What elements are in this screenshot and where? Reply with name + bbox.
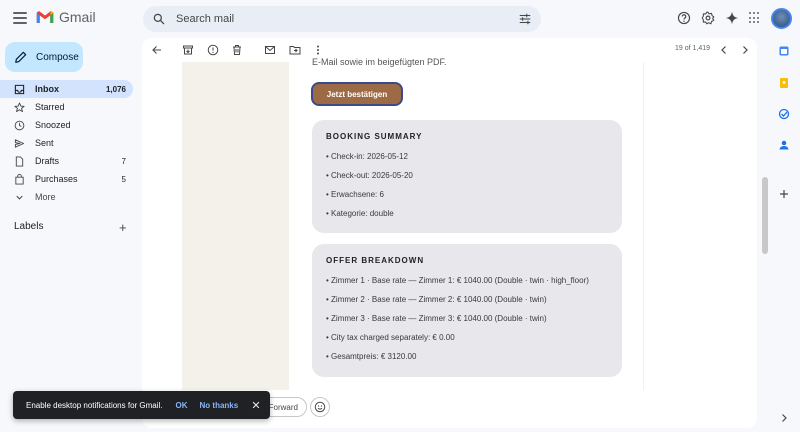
delete-icon[interactable] — [231, 44, 243, 56]
sidebar-item-label: Drafts — [35, 156, 60, 166]
sidebar-item-snoozed[interactable]: Snoozed — [0, 116, 133, 134]
offer-line: • Zimmer 1 · Base rate — Zimmer 1: € 104… — [326, 276, 589, 285]
toast-message: Enable desktop notifications for Gmail. — [26, 400, 163, 410]
send-icon — [14, 138, 25, 148]
sidebar-item-more[interactable]: More — [0, 188, 133, 206]
sidebar-item-count: 1,076 — [105, 84, 126, 94]
sidebar-item-sent[interactable]: Sent — [0, 134, 133, 152]
sidebar-item-label: Snoozed — [35, 120, 71, 130]
emoji-reaction-button[interactable] — [310, 397, 330, 417]
sidebar-item-label: Sent — [35, 138, 54, 148]
settings-gear-icon[interactable] — [701, 11, 715, 25]
main-menu-icon[interactable] — [12, 10, 28, 26]
sidebar-item-label: Purchases — [35, 174, 78, 184]
sidebar-item-count: 5 — [121, 174, 126, 184]
toast-ok-button[interactable]: OK — [176, 401, 188, 410]
message-view: 19 of 1,419 E-Mail sowie im beigefügten … — [142, 38, 757, 428]
sidebar-item-inbox[interactable]: Inbox 1,076 — [0, 80, 133, 98]
mark-unread-icon[interactable] — [264, 44, 276, 56]
tag-icon — [15, 173, 24, 185]
star-icon — [14, 101, 25, 112]
calendar-icon[interactable] — [778, 45, 790, 57]
account-avatar[interactable] — [771, 8, 792, 29]
offer-line: • City tax charged separately: € 0.00 — [326, 333, 455, 342]
confirm-now-button[interactable]: Jetzt bestätigen — [311, 82, 403, 106]
offer-breakdown-title: OFFER BREAKDOWN — [326, 256, 425, 265]
booking-line: • Check-out: 2026-05-20 — [326, 171, 413, 180]
sidebar-nav: Inbox 1,076 Starred Snoozed Sent Drafts … — [0, 80, 140, 206]
search-options-icon[interactable] — [518, 12, 532, 26]
add-addon-icon[interactable] — [778, 188, 790, 200]
sidebar-item-drafts[interactable]: Drafts 7 — [0, 152, 133, 170]
sidebar-item-purchases[interactable]: Purchases 5 — [0, 170, 133, 188]
booking-line: • Erwachsene: 6 — [326, 190, 384, 199]
email-text-line: E-Mail sowie im beigefügten PDF. — [312, 57, 447, 67]
pencil-icon — [15, 51, 27, 63]
sidebar-item-label: More — [35, 192, 56, 202]
search-input[interactable] — [176, 13, 496, 25]
sidebar-item-count: 7 — [121, 156, 126, 166]
gmail-m-icon — [36, 11, 54, 23]
help-icon[interactable] — [677, 11, 691, 25]
contacts-icon[interactable] — [778, 139, 790, 151]
offer-line: • Zimmer 3 · Base rate — Zimmer 3: € 104… — [326, 314, 547, 323]
back-arrow-icon[interactable] — [151, 44, 163, 56]
offer-line: • Zimmer 2 · Base rate — Zimmer 2: € 104… — [326, 295, 547, 304]
booking-summary-box: BOOKING SUMMARY • Check-in: 2026-05-12 •… — [312, 120, 622, 233]
archive-icon[interactable] — [182, 44, 194, 56]
sidebar-item-label: Starred — [35, 102, 65, 112]
gmail-logo[interactable]: Gmail — [36, 9, 96, 25]
smiley-icon — [314, 401, 326, 413]
report-spam-icon[interactable] — [207, 44, 219, 56]
offer-breakdown-box: OFFER BREAKDOWN • Zimmer 1 · Base rate —… — [312, 244, 622, 377]
tasks-icon[interactable] — [778, 108, 790, 120]
offer-line: • Gesamtpreis: € 3120.00 — [326, 352, 417, 361]
more-options-icon[interactable] — [312, 44, 324, 56]
add-label-icon[interactable]: + — [119, 220, 127, 235]
older-chevron-icon[interactable] — [739, 44, 751, 56]
keep-icon[interactable] — [778, 77, 790, 89]
newer-chevron-icon[interactable] — [718, 44, 730, 56]
booking-summary-title: BOOKING SUMMARY — [326, 132, 423, 141]
gemini-sparkle-icon[interactable] — [725, 11, 739, 25]
google-apps-icon[interactable] — [749, 12, 761, 24]
compose-button[interactable]: Compose — [5, 42, 83, 72]
sidebar-item-label: Inbox — [35, 84, 59, 94]
labels-heading: Labels — [14, 221, 44, 232]
search-bar[interactable] — [143, 6, 541, 32]
notification-toast: Enable desktop notifications for Gmail. … — [13, 391, 270, 419]
draft-icon — [15, 155, 24, 167]
toast-no-thanks-button[interactable]: No thanks — [200, 401, 239, 410]
message-toolbar: 19 of 1,419 — [142, 38, 757, 62]
sidebar-item-starred[interactable]: Starred — [0, 98, 133, 116]
inbox-icon — [14, 84, 25, 94]
close-icon[interactable] — [251, 400, 261, 410]
pagination-count: 19 of 1,419 — [675, 45, 711, 52]
chevron-down-icon — [16, 195, 23, 200]
expand-side-panel-icon[interactable] — [778, 412, 790, 424]
top-bar: Gmail — [0, 0, 800, 38]
message-scrollbar[interactable] — [762, 177, 768, 254]
booking-line: • Kategorie: double — [326, 209, 394, 218]
booking-line: • Check-in: 2026-05-12 — [326, 152, 408, 161]
clock-icon — [14, 120, 25, 130]
app-name: Gmail — [59, 9, 96, 25]
compose-label: Compose — [36, 51, 79, 63]
search-icon[interactable] — [152, 12, 166, 26]
move-to-folder-icon[interactable] — [289, 44, 301, 56]
